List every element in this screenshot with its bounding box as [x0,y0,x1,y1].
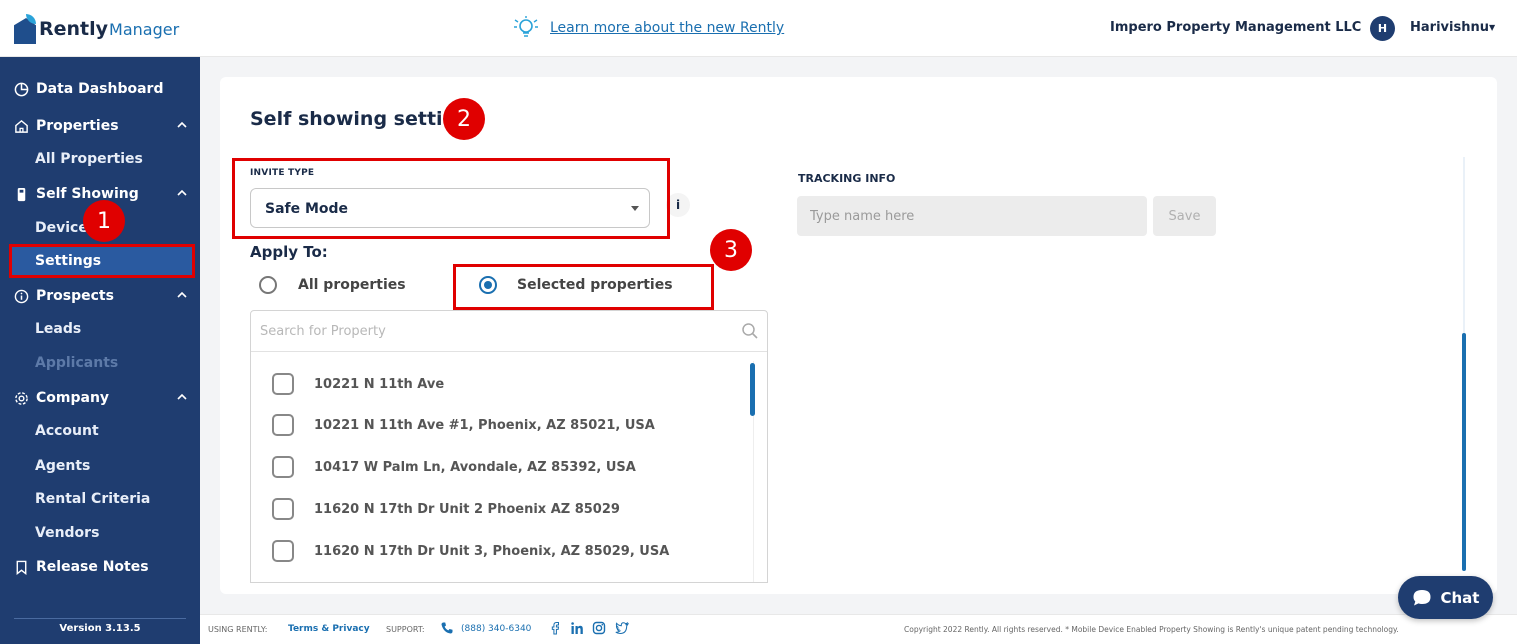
property-address: 10221 N 11th Ave [314,376,445,392]
version-label: Version 3.13.5 [59,623,141,634]
property-address: 11620 N 17th Dr Unit 2 Phoenix AZ 85029 [314,501,620,517]
sidebar-item-properties[interactable]: Properties [0,111,200,141]
sidebar: Data Dashboard Properties All Properties… [0,57,200,644]
chevron-up-icon[interactable] [176,187,188,199]
search-icon[interactable] [741,322,759,340]
chevron-up-icon[interactable] [176,391,188,403]
property-search-input[interactable] [260,321,730,341]
sidebar-item-company[interactable]: Company [0,383,200,413]
radio-all-properties-label[interactable]: All properties [298,277,406,293]
main-scrollbar-thumb[interactable] [1462,333,1466,571]
learn-more: Learn more about the new Rently [512,16,784,40]
company-name[interactable]: Impero Property Management LLC [1110,20,1361,35]
annotation-badge-1: 1 [83,200,125,242]
sidebar-item-agents[interactable]: Agents [35,454,90,478]
lock-box-icon [13,186,29,202]
list-item[interactable]: 10221 N 11th Ave #1, Phoenix, AZ 85021, … [272,413,655,437]
version-divider [14,618,186,619]
annotation-badge-3: 3 [710,229,752,271]
sidebar-item-label: Properties [36,118,119,134]
pie-chart-icon [13,81,29,97]
gear-icon [13,390,29,406]
list-item[interactable]: 10221 N 11th Ave [272,372,444,396]
phone-icon [441,622,453,634]
property-checkbox[interactable] [272,373,294,395]
property-checkbox[interactable] [272,498,294,520]
property-checkbox[interactable] [272,414,294,436]
tracking-name-input[interactable] [797,196,1147,236]
sidebar-item-label: Prospects [36,288,114,304]
annotation-badge-2: 2 [443,98,485,140]
sidebar-item-label: Settings [35,253,102,269]
logo-secondary-text: Manager [109,19,180,39]
radio-all-properties[interactable] [259,276,277,294]
tracking-info-label: TRACKING INFO [798,172,896,185]
property-address: 11620 N 17th Dr Unit 3, Phoenix, AZ 8502… [314,543,670,559]
user-avatar[interactable]: H [1370,16,1395,41]
linkedin-icon[interactable] [570,621,584,635]
sidebar-item-label: Data Dashboard [36,81,164,97]
property-address: 10417 W Palm Ln, Avondale, AZ 85392, USA [314,459,636,475]
bookmark-icon [13,559,29,575]
footer-using-label: USING RENTLY: [208,625,268,634]
annotation-highlight-selected-properties [453,264,714,310]
user-name[interactable]: Harivishnu [1410,20,1489,35]
sidebar-item-label: Company [36,390,110,406]
sidebar-item-account[interactable]: Account [35,419,99,443]
list-item[interactable]: 11620 N 17th Dr Unit 3, Phoenix, AZ 8502… [272,539,669,563]
apply-to-label: Apply To: [250,243,328,261]
info-circle-icon [13,288,29,304]
rently-logo-icon [14,14,36,44]
property-checkbox[interactable] [272,456,294,478]
lightbulb-icon [514,16,538,37]
sidebar-item-prospects[interactable]: Prospects [0,281,200,311]
save-button[interactable]: Save [1153,196,1216,236]
sidebar-item-leads[interactable]: Leads [35,317,81,341]
twitter-icon[interactable] [615,621,629,635]
list-item[interactable]: 11620 N 17th Dr Unit 2 Phoenix AZ 85029 [272,497,620,521]
footer: USING RENTLY: Terms & Privacy SUPPORT: (… [200,614,1517,644]
rently-logo[interactable]: Rently Manager [14,13,179,45]
sidebar-item-data-dashboard[interactable]: Data Dashboard [0,74,200,104]
list-item[interactable]: 10417 W Palm Ln, Avondale, AZ 85392, USA [272,455,636,479]
sidebar-item-label: Release Notes [36,559,149,575]
facebook-icon[interactable] [548,621,562,635]
sidebar-item-applicants[interactable]: Applicants [35,351,118,375]
property-checkbox[interactable] [272,540,294,562]
sidebar-item-settings[interactable]: Settings [9,244,195,278]
sidebar-item-rental-criteria[interactable]: Rental Criteria [35,487,150,511]
home-icon [13,118,29,134]
property-list-panel: 10221 N 11th Ave 10221 N 11th Ave #1, Ph… [250,310,768,583]
chat-bubble-icon [1413,589,1430,605]
instagram-icon[interactable] [592,621,606,635]
sidebar-item-all-properties[interactable]: All Properties [35,147,143,171]
sidebar-item-release-notes[interactable]: Release Notes [0,552,200,582]
list-scrollbar-thumb[interactable] [750,363,755,416]
chevron-up-icon[interactable] [176,289,188,301]
learn-more-link[interactable]: Learn more about the new Rently [550,20,784,36]
chat-button[interactable]: Chat [1398,576,1493,619]
logo-primary-text: Rently [39,18,109,40]
footer-copyright: Copyright 2022 Rently. All rights reserv… [904,625,1399,634]
user-menu-caret-icon[interactable]: ▼ [1489,23,1495,32]
sidebar-item-label: Self Showing [36,186,139,202]
page-title: Self showing setting [250,108,470,130]
footer-support-label: SUPPORT: [386,625,425,634]
property-address: 10221 N 11th Ave #1, Phoenix, AZ 85021, … [314,417,655,433]
chevron-up-icon[interactable] [176,119,188,131]
property-search-bar [251,311,767,352]
support-phone[interactable]: (888) 340-6340 [461,624,531,634]
chat-label: Chat [1440,588,1480,607]
annotation-highlight-invite-type [232,158,670,239]
top-bar: Rently Manager Learn more about the new … [0,0,1517,57]
sidebar-item-vendors[interactable]: Vendors [35,521,99,545]
main-scroll-track [1463,157,1465,333]
terms-privacy-link[interactable]: Terms & Privacy [288,624,370,634]
